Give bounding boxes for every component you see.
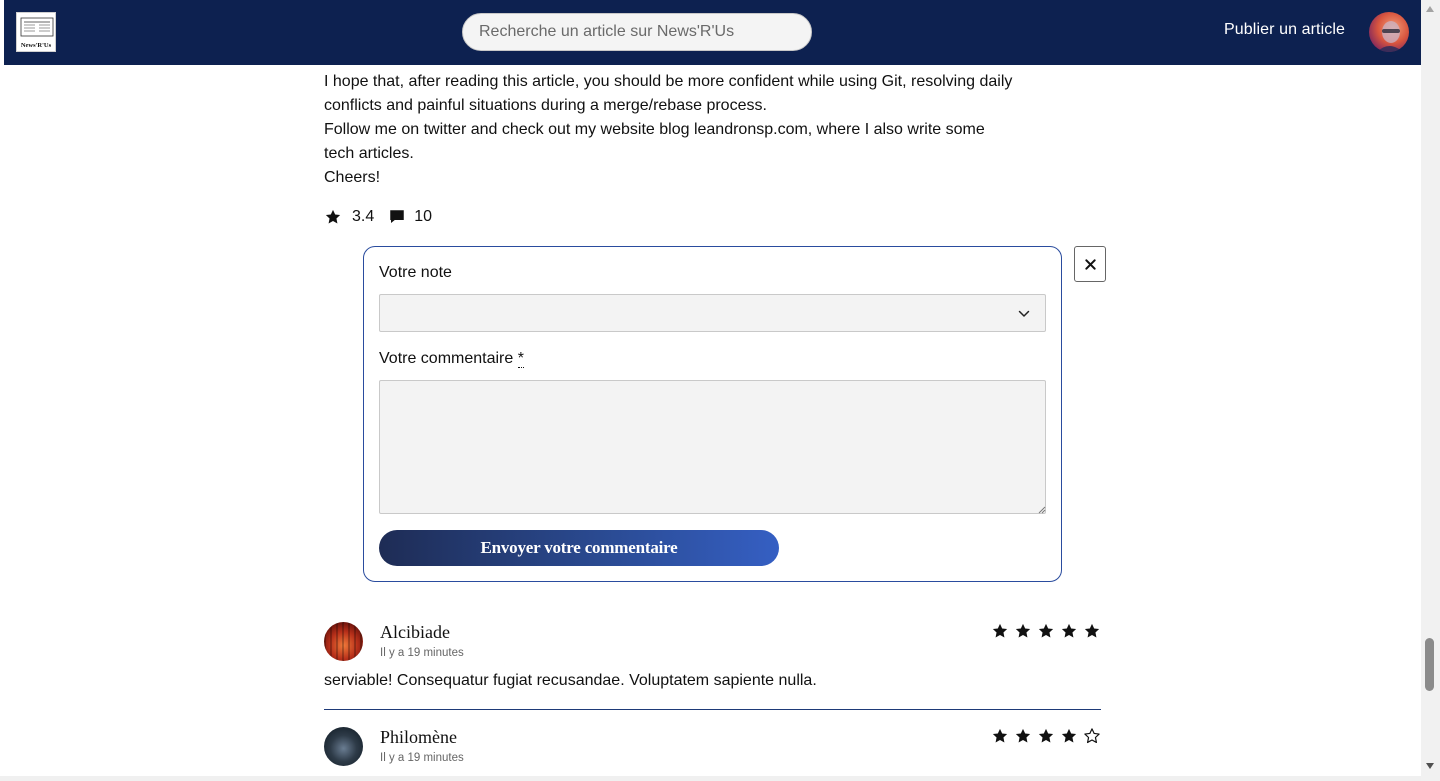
comment-form: Votre note Votre commentaire * Envoyer v… — [363, 246, 1062, 582]
comment-timestamp: Il y a 19 minutes — [380, 752, 464, 764]
comment-author: Philomène — [380, 727, 457, 747]
user-avatar-icon — [1377, 21, 1403, 52]
article-paragraph: conflicts and painful situations during … — [324, 97, 767, 114]
comment-label-text: Votre commentaire — [379, 350, 514, 367]
scroll-up-arrow-icon[interactable] — [1426, 6, 1434, 12]
page-scrollbar[interactable] — [1421, 0, 1440, 781]
article-paragraph: I hope that, after reading this article,… — [324, 73, 1013, 90]
note-label: Votre note — [379, 264, 452, 281]
star-filled-icon — [992, 623, 1008, 638]
site-logo[interactable]: News'R'Us — [16, 12, 56, 52]
top-navbar: News'R'Us Publier un article — [4, 0, 1421, 65]
resize-handle-icon[interactable] — [1038, 506, 1046, 514]
scroll-down-arrow-icon[interactable] — [1426, 763, 1434, 769]
comment-divider — [324, 709, 1101, 710]
newspaper-logo-icon — [20, 17, 54, 37]
chevron-down-icon — [1018, 310, 1030, 317]
avatar — [324, 622, 363, 661]
star-filled-icon — [1038, 623, 1054, 638]
comment-author: Alcibiade — [380, 622, 450, 642]
avatar — [324, 727, 363, 766]
bottom-edge — [0, 776, 1421, 781]
user-avatar[interactable] — [1369, 12, 1409, 52]
submit-comment-button[interactable]: Envoyer votre commentaire — [379, 530, 779, 566]
star-filled-icon — [1061, 728, 1077, 743]
star-filled-icon — [992, 728, 1008, 743]
star-filled-icon — [1061, 623, 1077, 638]
comment-label: Votre commentaire * — [379, 350, 524, 368]
search-input[interactable] — [462, 13, 812, 51]
article-paragraph: Cheers! — [324, 169, 381, 186]
scrollbar-thumb[interactable] — [1425, 638, 1434, 691]
star-filled-icon — [1015, 623, 1031, 638]
star-filled-icon — [1038, 728, 1054, 743]
close-icon — [1084, 258, 1096, 270]
required-mark: * — [517, 350, 524, 368]
speech-bubble-icon[interactable] — [388, 208, 406, 226]
star-empty-icon — [1084, 728, 1100, 744]
comment-text: serviable! Consequatur fugiat recusandae… — [324, 672, 817, 689]
comment-count[interactable]: 10 — [414, 208, 432, 226]
comment-rating-stars — [991, 622, 1101, 640]
star-filled-icon — [1084, 623, 1100, 638]
comment-textarea[interactable] — [379, 380, 1046, 514]
comment-rating-stars — [991, 727, 1101, 745]
page: News'R'Us Publier un article I hope that… — [0, 0, 1440, 781]
rating-select[interactable] — [379, 294, 1046, 332]
article-meta: 3.4 10 — [324, 206, 432, 228]
publish-article-link[interactable]: Publier un article — [1224, 21, 1345, 39]
comment-timestamp: Il y a 19 minutes — [380, 647, 464, 659]
star-filled-icon — [1015, 728, 1031, 743]
logo-text: News'R'Us — [20, 42, 52, 49]
star-icon — [324, 208, 342, 226]
article-paragraph: tech articles. — [324, 145, 414, 162]
article-body: I hope that, after reading this article,… — [324, 70, 1104, 190]
article-rating: 3.4 — [352, 208, 375, 225]
article-paragraph: Follow me on twitter and check out my we… — [324, 121, 985, 138]
close-form-button[interactable] — [1074, 246, 1106, 282]
